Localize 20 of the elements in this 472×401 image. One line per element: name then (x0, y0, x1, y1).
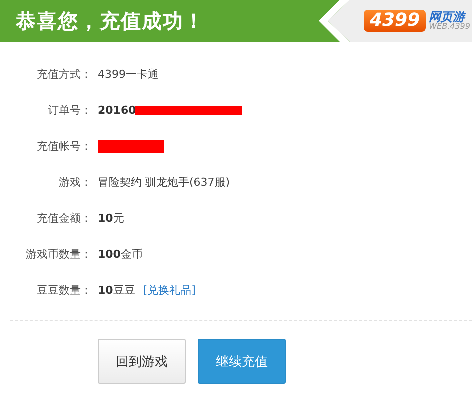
logo-subtitle: WEB.4399 (429, 23, 470, 31)
logo-badge: 4399 (364, 10, 426, 32)
field-value: 20160 (98, 104, 136, 116)
logo-name: 网页游 (429, 11, 466, 23)
continue-button[interactable]: 继续充值 (198, 339, 286, 384)
field-label: 豆豆数量： (36, 282, 92, 298)
field-value: 10豆豆 (98, 282, 136, 298)
redeem-link[interactable]: [兑换礼品] (143, 282, 196, 298)
field-label: 游戏： (58, 174, 92, 190)
field-value: 100金币 (98, 246, 143, 262)
field-label: 充值金额： (36, 210, 92, 226)
field-value: 10元 (98, 210, 124, 226)
page-title: 恭喜您，充值成功！ (16, 8, 205, 34)
field-label: 充值方式： (36, 66, 92, 82)
field-value: 冒险契约 驯龙炮手(637服) (98, 174, 230, 190)
field-label: 游戏币数量： (25, 246, 92, 262)
field-label: 充值帐号： (36, 138, 92, 154)
back-button[interactable]: 回到游戏 (98, 339, 186, 384)
field-label: 订单号： (47, 102, 92, 118)
field-value: 4399一卡通 (98, 66, 159, 82)
